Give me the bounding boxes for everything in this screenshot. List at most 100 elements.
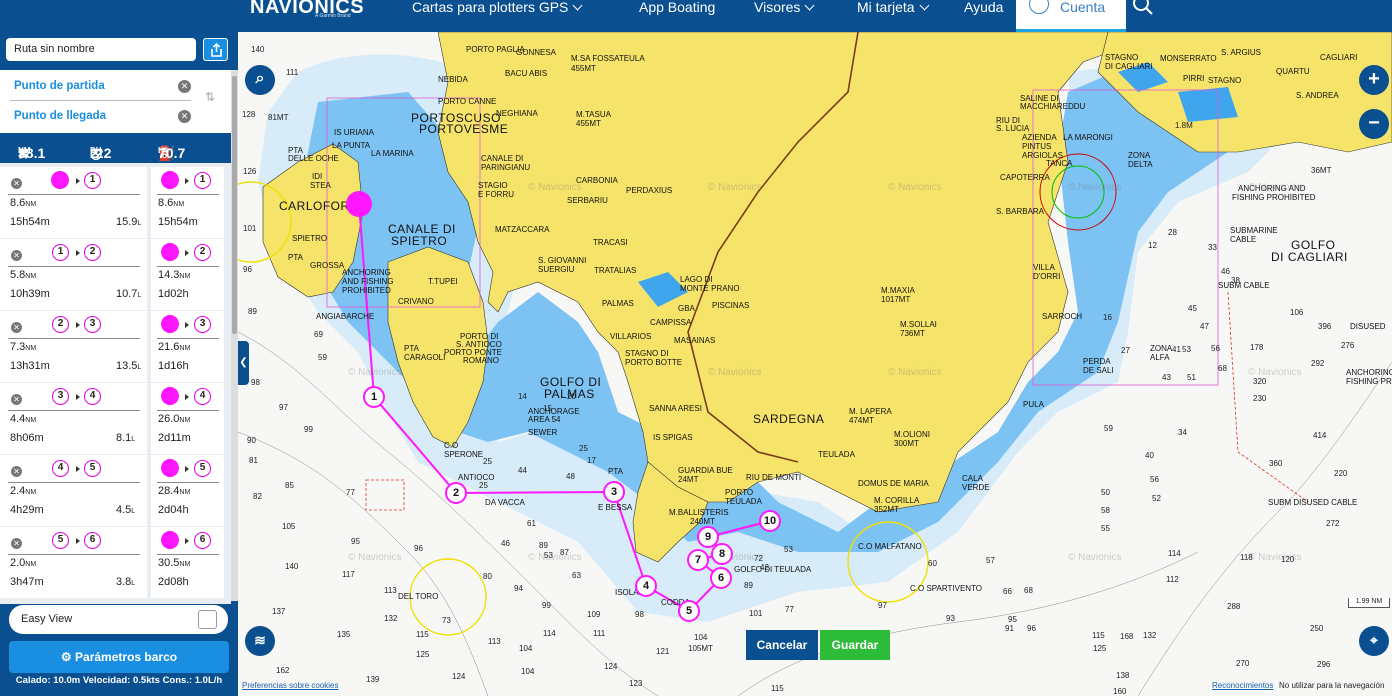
route-waypoint[interactable]: 8 bbox=[711, 543, 733, 565]
remove-leg-icon[interactable]: ✕ bbox=[11, 250, 22, 261]
remove-leg-icon[interactable]: ✕ bbox=[11, 322, 22, 333]
cumulative-distance-unit: NM bbox=[179, 273, 191, 280]
easy-view-checkbox[interactable] bbox=[198, 610, 217, 629]
leg-time: 8h06m bbox=[10, 432, 44, 444]
navigation-disclaimer: No utilizar para la navegación bbox=[1279, 681, 1385, 690]
navionics-watermark: © Navionics bbox=[888, 367, 942, 378]
route-waypoint[interactable]: 1 bbox=[363, 386, 385, 408]
leg-card[interactable]: ✕ 3 4 4.4NM 8h06m 8.1L bbox=[0, 383, 147, 454]
depth-sounding: 42 bbox=[760, 563, 769, 572]
cumulative-card[interactable]: 3 21.6NM 1d16h bbox=[151, 311, 224, 382]
fuel-summary: ⛽ 70.7 L bbox=[158, 140, 185, 161]
end-point-field[interactable]: Punto de llegada bbox=[14, 110, 106, 122]
restricted-area bbox=[365, 479, 405, 511]
place-label: 736MT bbox=[900, 329, 925, 338]
nav-item-visores[interactable]: Visores bbox=[754, 0, 815, 31]
navionics-watermark: © Navionics bbox=[528, 552, 582, 563]
depth-sounding: 118 bbox=[1240, 553, 1253, 562]
share-button[interactable] bbox=[203, 38, 228, 61]
scroll-thumb[interactable] bbox=[232, 76, 237, 334]
cumulative-card[interactable]: 1 8.6NM 15h54m bbox=[151, 167, 224, 238]
place-label: ANGIABARCHE bbox=[316, 312, 375, 321]
depth-sounding: 14 bbox=[518, 392, 527, 401]
remove-leg-icon[interactable]: ✕ bbox=[11, 466, 22, 477]
leg-distance: 7.3NM bbox=[10, 341, 36, 353]
arrow-right-icon bbox=[76, 466, 80, 472]
nav-item-mi-tarjeta[interactable]: Mi tarjeta bbox=[857, 0, 930, 31]
depth-sounding: 140 bbox=[251, 45, 265, 54]
zoom-out-button[interactable]: − bbox=[1359, 109, 1389, 139]
route-waypoint[interactable]: 6 bbox=[710, 567, 732, 589]
leg-card[interactable]: ✕ 1 2 5.8NM 10h39m 10.7L bbox=[0, 239, 147, 310]
search-map-icon[interactable]: ⌕ bbox=[245, 65, 275, 95]
start-point-field[interactable]: Punto de partida bbox=[14, 80, 105, 92]
leg-card[interactable]: ✕ 4 5 2.4NM 4h29m 4.5L bbox=[0, 455, 147, 526]
account-tab[interactable]: Cuenta bbox=[1016, 0, 1126, 32]
cumulative-card[interactable]: 4 26.0NM 2d11m bbox=[151, 383, 224, 454]
depth-sounding: 28 bbox=[1168, 228, 1177, 237]
nautical-chart-map[interactable]: PORTO PAGLIA GONNESA M.SA FOSSATEULA 455MT B… bbox=[238, 32, 1392, 696]
search-icon[interactable] bbox=[1132, 0, 1154, 16]
route-waypoint[interactable]: 3 bbox=[603, 481, 625, 503]
collapse-panel-chevron-icon[interactable]: ❮ bbox=[238, 341, 249, 385]
zoom-in-button[interactable]: + bbox=[1359, 65, 1389, 95]
depth-sounding: 40 bbox=[1145, 451, 1154, 460]
navionics-watermark: © Navionics bbox=[1068, 182, 1122, 193]
nav-item-cartas[interactable]: Cartas para plotters GPS bbox=[412, 0, 583, 31]
swap-points-icon[interactable]: ⇅ bbox=[205, 90, 215, 104]
remove-leg-icon[interactable]: ✕ bbox=[11, 538, 22, 549]
clear-start-icon[interactable]: ✕ bbox=[178, 80, 191, 93]
route-waypoint[interactable]: 10 bbox=[759, 510, 781, 532]
route-start-point[interactable] bbox=[346, 191, 372, 217]
place-label: M.MAXIA bbox=[881, 286, 915, 295]
easy-view-toggle[interactable]: Easy View bbox=[9, 605, 228, 634]
legs-scrollbar[interactable] bbox=[231, 70, 238, 601]
clear-end-icon[interactable]: ✕ bbox=[178, 110, 191, 123]
remove-leg-icon[interactable]: ✕ bbox=[11, 178, 22, 189]
route-waypoint[interactable]: 7 bbox=[687, 549, 709, 571]
depth-sounding: 138 bbox=[1116, 671, 1130, 680]
depth-sounding: 91 bbox=[1005, 624, 1014, 633]
depth-sounding: 87 bbox=[560, 548, 569, 557]
leg-card[interactable]: ✕ 1 8.6NM 15h54m 15.9L bbox=[0, 167, 147, 238]
locate-icon[interactable]: ⌖ bbox=[1359, 626, 1389, 656]
cumulative-card[interactable]: 5 28.4NM 2d04h bbox=[151, 455, 224, 526]
depth-sounding: 120 bbox=[1281, 555, 1295, 564]
depth-sounding: 17 bbox=[587, 456, 596, 465]
route-waypoint[interactable]: 5 bbox=[678, 600, 700, 622]
cookie-preferences-link[interactable]: Preferencias sobre cookies bbox=[242, 681, 339, 690]
route-waypoint[interactable]: 2 bbox=[445, 482, 467, 504]
boat-parameters-button[interactable]: ⚙ Parámetros barco bbox=[9, 641, 229, 673]
acknowledgements-link[interactable]: Reconocimientos bbox=[1212, 681, 1273, 690]
user-icon bbox=[1029, 0, 1049, 14]
leg-fuel: 15.9L bbox=[116, 216, 141, 228]
cumulative-card[interactable]: 2 14.3NM 1d02h bbox=[151, 239, 224, 310]
nav-item-label: Mi tarjeta bbox=[857, 0, 915, 15]
save-button[interactable]: Guardar bbox=[820, 630, 890, 660]
route-waypoint[interactable]: 4 bbox=[635, 575, 657, 597]
place-label: GONNESA bbox=[516, 48, 557, 57]
nav-item-ayuda[interactable]: Ayuda bbox=[964, 0, 1003, 31]
route-name-input[interactable]: Ruta sin nombre bbox=[6, 38, 196, 61]
leg-fuel: 3.8L bbox=[116, 576, 135, 588]
navionics-watermark: © Navionics bbox=[1068, 552, 1122, 563]
waypoint-badge: 1 bbox=[84, 172, 101, 189]
waypoint-badge: 2 bbox=[194, 244, 211, 261]
remove-leg-icon[interactable]: ✕ bbox=[11, 394, 22, 405]
leg-card[interactable]: ✕ 2 3 7.3NM 13h31m 13.5L bbox=[0, 311, 147, 382]
depth-sounding: 47 bbox=[1200, 322, 1209, 331]
leg-fuel: 4.5L bbox=[116, 504, 135, 516]
route-waypoint[interactable]: 9 bbox=[697, 526, 719, 548]
cumulative-distance-value: 21.6 bbox=[158, 341, 180, 353]
cancel-button[interactable]: Cancelar bbox=[746, 630, 818, 660]
leg-card[interactable]: ✕ 5 6 2.0NM 3h47m 3.8L bbox=[0, 527, 147, 598]
depth-sounding: 48 bbox=[566, 472, 575, 481]
place-label: ROMANO bbox=[463, 356, 499, 365]
cumulative-distance-value: 28.4 bbox=[158, 485, 180, 497]
cumulative-card[interactable]: 6 30.5NM 2d08h bbox=[151, 527, 224, 598]
layers-icon[interactable]: ≋ bbox=[245, 626, 275, 656]
nav-item-app-boating[interactable]: App Boating bbox=[639, 0, 715, 31]
depth-sounding: 112 bbox=[1166, 575, 1179, 584]
place-label: ZONA bbox=[1128, 151, 1151, 160]
top-navigation: NAVIONICS A Garmin Brand Cartas para plo… bbox=[0, 0, 1392, 32]
